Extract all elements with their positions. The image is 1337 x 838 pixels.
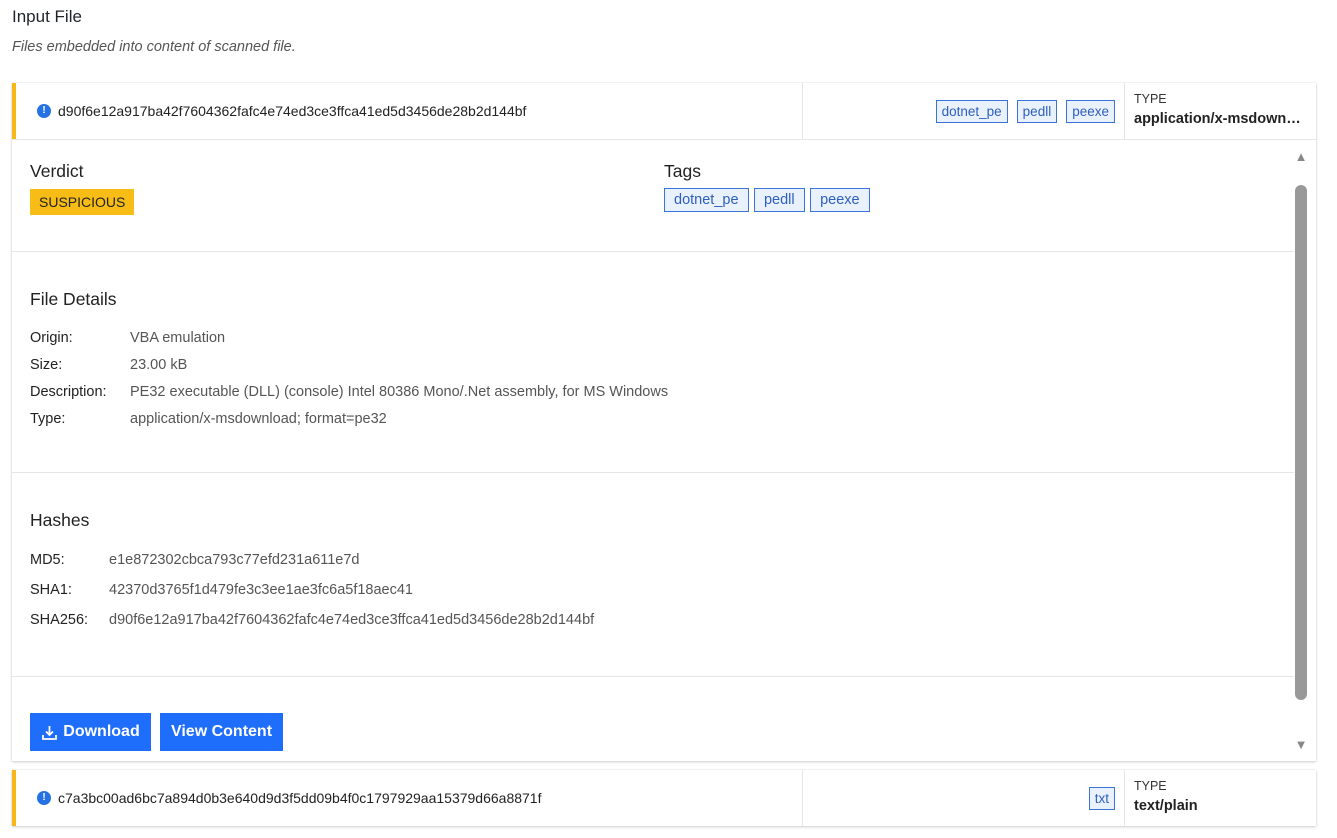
tags-title: Tags — [664, 161, 701, 181]
file-name-cell: ! c7a3bc00ad6bc7a894d0b3e640d9d3f5dd09b4… — [16, 770, 803, 826]
detail-key: Description: — [30, 384, 107, 400]
file-hash: c7a3bc00ad6bc7a894d0b3e640d9d3f5dd09b4f0… — [58, 790, 542, 806]
tag-badge: dotnet_pe — [664, 188, 749, 212]
hash-value: e1e872302cbca793c77efd231a611e7d — [109, 552, 360, 568]
detail-content: Verdict SUSPICIOUS Tags dotnet_pe pedll … — [12, 140, 1294, 760]
verdict-block: Verdict SUSPICIOUS — [30, 161, 135, 215]
detail-row-description: Description: PE32 executable (DLL) (conso… — [30, 384, 668, 400]
hash-value: d90f6e12a917ba42f7604362fafc4e74ed3ce3ff… — [109, 612, 595, 628]
tags-block: Tags dotnet_pe pedll peexe — [664, 161, 871, 212]
hashes-section: Hashes MD5: e1e872302cbca793c77efd231a611… — [12, 473, 1294, 677]
info-icon: ! — [37, 104, 51, 118]
file-tags-cell: txt — [803, 770, 1125, 826]
detail-key: Origin: — [30, 330, 73, 346]
tag-badge: pedll — [753, 188, 805, 212]
detail-row-size: Size: 23.00 kB — [30, 357, 187, 373]
verdict-title: Verdict — [30, 161, 84, 181]
tag-badge: dotnet_pe — [935, 99, 1008, 123]
tag-badge: peexe — [810, 188, 870, 212]
file-tags-cell: dotnet_pe pedll peexe — [803, 83, 1125, 139]
detail-value: 23.00 kB — [130, 357, 188, 373]
type-label: TYPE — [1134, 779, 1167, 793]
tag-badge: peexe — [1066, 99, 1115, 123]
file-type-cell: TYPE text/plain — [1125, 770, 1316, 826]
file-details-title: File Details — [30, 289, 117, 309]
detail-value: VBA emulation — [130, 330, 226, 346]
tag-badge: pedll — [1016, 99, 1058, 123]
actions-row: Download View Content — [12, 677, 1294, 760]
file-header[interactable]: ! d90f6e12a917ba42f7604362fafc4e74ed3ce3… — [12, 83, 1316, 139]
file-hash: d90f6e12a917ba42f7604362fafc4e74ed3ce3ff… — [58, 103, 527, 119]
view-content-button[interactable]: View Content — [160, 713, 283, 751]
type-label: TYPE — [1134, 92, 1167, 106]
file-card: ! d90f6e12a917ba42f7604362fafc4e74ed3ce3… — [12, 83, 1316, 761]
detail-key: Type: — [30, 411, 66, 427]
tag-badge: txt — [1088, 786, 1115, 810]
file-details-section: File Details Origin: VBA emulation Size: 2… — [12, 252, 1294, 473]
detail-value: PE32 executable (DLL) (console) Intel 80… — [130, 384, 669, 400]
hash-key: SHA1: — [30, 582, 72, 598]
detail-row-origin: Origin: VBA emulation — [30, 330, 225, 346]
detail-key: Size: — [30, 357, 63, 373]
download-button[interactable]: Download — [30, 713, 151, 751]
info-icon: ! — [37, 791, 51, 805]
hash-value: 42370d3765f1d479fe3c3ee1ae3fc6a5f18aec41 — [109, 582, 413, 598]
file-type-cell: TYPE application/x-msdownload; format=pe… — [1125, 83, 1316, 139]
type-value: application/x-msdownload; format=pe32 — [1134, 111, 1304, 127]
verdict-badge: SUSPICIOUS — [30, 189, 135, 215]
section-title: Input File — [12, 7, 82, 26]
detail-value: application/x-msdownload; format=pe32 — [130, 411, 387, 427]
hash-row-sha1: SHA1: 42370d3765f1d479fe3c3ee1ae3fc6a5f18… — [30, 582, 413, 598]
scrollbar-thumb[interactable] — [1295, 185, 1307, 700]
hashes-title: Hashes — [30, 510, 90, 530]
download-label: Download — [63, 723, 140, 740]
scroll-down-arrow-icon[interactable]: ▼ — [1294, 738, 1308, 751]
download-icon — [42, 725, 58, 740]
section-subtitle: Files embedded into content of scanned f… — [12, 39, 296, 55]
file-header[interactable]: ! c7a3bc00ad6bc7a894d0b3e640d9d3f5dd09b4… — [12, 770, 1316, 826]
view-content-label: View Content — [170, 723, 273, 740]
detail-row-type: Type: application/x-msdownload; format=pe… — [30, 411, 387, 427]
hash-key: MD5: — [30, 552, 65, 568]
hash-row-sha256: SHA256: d90f6e12a917ba42f7604362fafc4e74e… — [30, 612, 594, 628]
hash-key: SHA256: — [30, 612, 89, 628]
file-detail-panel: Verdict SUSPICIOUS Tags dotnet_pe pedll … — [12, 139, 1316, 760]
type-value: text/plain — [1134, 798, 1198, 814]
file-card: ! c7a3bc00ad6bc7a894d0b3e640d9d3f5dd09b4… — [12, 770, 1316, 826]
file-name-cell: ! d90f6e12a917ba42f7604362fafc4e74ed3ce3… — [16, 83, 803, 139]
scrollbar[interactable]: ▲ ▼ — [1294, 148, 1308, 754]
hash-row-md5: MD5: e1e872302cbca793c77efd231a611e7d — [30, 552, 360, 568]
verdict-tags-row: Verdict SUSPICIOUS Tags dotnet_pe pedll … — [12, 140, 1294, 252]
scroll-up-arrow-icon[interactable]: ▲ — [1294, 150, 1308, 163]
